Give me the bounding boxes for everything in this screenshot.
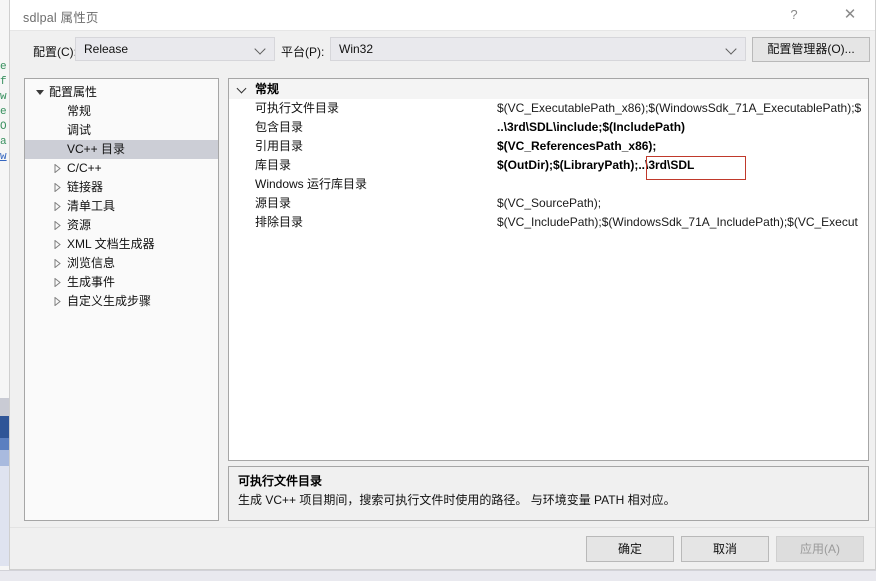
property-row-0[interactable]: 可执行文件目录 $(VC_ExecutablePath_x86);$(Window… bbox=[229, 99, 868, 118]
triangle-right-icon[interactable] bbox=[54, 278, 61, 287]
tree-item-label: 浏览信息 bbox=[67, 256, 116, 270]
property-name: 引用目录 bbox=[255, 139, 304, 153]
triangle-right-icon[interactable] bbox=[54, 221, 61, 230]
triangle-right-icon[interactable] bbox=[54, 183, 61, 192]
property-grid-section-header[interactable]: 常规 bbox=[229, 79, 868, 99]
cancel-button[interactable]: 取消 bbox=[681, 536, 769, 562]
ok-button[interactable]: 确定 bbox=[586, 536, 674, 562]
tree-item-label: 调试 bbox=[67, 123, 92, 137]
chevron-down-icon bbox=[727, 44, 737, 54]
platform-label: 平台(P): bbox=[281, 45, 325, 59]
tree-item-label: 自定义生成步骤 bbox=[67, 294, 152, 308]
property-value[interactable]: $(VC_SourcePath); bbox=[497, 194, 601, 213]
description-body: 生成 VC++ 项目期间，搜索可执行文件时使用的路径。 与环境变量 PATH 相… bbox=[238, 493, 676, 507]
footer-divider bbox=[10, 527, 875, 528]
property-row-6[interactable]: 排除目录 $(VC_IncludePath);$(WindowsSdk_71A_I… bbox=[229, 213, 868, 232]
configuration-toolbar: 配置(C): Release 平台(P): Win32 配置管理器(O)... bbox=[10, 30, 875, 74]
tree-item-3[interactable]: VC++ 目录 bbox=[25, 140, 218, 159]
tree-item-label: VC++ 目录 bbox=[67, 142, 126, 156]
tree-item-label: XML 文档生成器 bbox=[67, 237, 155, 251]
property-name: Windows 运行库目录 bbox=[255, 177, 368, 191]
dialog-titlebar: sdlpal 属性页 ? ✕ bbox=[10, 0, 875, 31]
property-row-4[interactable]: Windows 运行库目录 bbox=[229, 175, 868, 194]
tree-item-4[interactable]: C/C++ bbox=[25, 159, 218, 178]
property-value[interactable]: $(VC_ReferencesPath_x86); bbox=[497, 137, 656, 156]
property-row-2[interactable]: 引用目录 $(VC_ReferencesPath_x86); bbox=[229, 137, 868, 156]
tree-item-label: 生成事件 bbox=[67, 275, 116, 289]
triangle-right-icon[interactable] bbox=[54, 202, 61, 211]
configuration-value: Release bbox=[84, 42, 129, 56]
property-tree[interactable]: 配置属性常规调试 VC++ 目录 C/C++ 链接器清单工具资源 XML 文档生成器 浏览… bbox=[24, 78, 219, 521]
section-header-label: 常规 bbox=[255, 82, 280, 96]
property-value[interactable]: ..\3rd\SDL\include;$(IncludePath) bbox=[497, 118, 685, 137]
property-name: 排除目录 bbox=[255, 215, 304, 229]
property-grid[interactable]: 常规 可执行文件目录 $(VC_ExecutablePath_x86);$(Win… bbox=[228, 78, 869, 461]
tree-item-label: 清单工具 bbox=[67, 199, 116, 213]
property-value[interactable]: $(VC_ExecutablePath_x86);$(WindowsSdk_71… bbox=[497, 99, 861, 118]
triangle-down-icon[interactable] bbox=[36, 90, 44, 95]
tree-item-10[interactable]: 生成事件 bbox=[25, 273, 218, 292]
tree-item-1[interactable]: 常规 bbox=[25, 102, 218, 121]
description-pane: 可执行文件目录 生成 VC++ 项目期间，搜索可执行文件时使用的路径。 与环境变… bbox=[228, 466, 869, 521]
close-icon[interactable]: ✕ bbox=[828, 0, 872, 29]
triangle-right-icon[interactable] bbox=[54, 297, 61, 306]
triangle-right-icon[interactable] bbox=[54, 240, 61, 249]
property-row-1[interactable]: 包含目录 ..\3rd\SDL\include;$(IncludePath) bbox=[229, 118, 868, 137]
property-name: 库目录 bbox=[255, 158, 292, 172]
triangle-right-icon[interactable] bbox=[54, 164, 61, 173]
tree-item-2[interactable]: 调试 bbox=[25, 121, 218, 140]
tree-item-label: 配置属性 bbox=[49, 85, 98, 99]
tree-item-label: 资源 bbox=[67, 218, 92, 232]
property-value[interactable]: $(VC_IncludePath);$(WindowsSdk_71A_Inclu… bbox=[497, 213, 858, 232]
tree-item-7[interactable]: 资源 bbox=[25, 216, 218, 235]
dialog-title: sdlpal 属性页 bbox=[23, 11, 99, 25]
configuration-manager-button[interactable]: 配置管理器(O)... bbox=[752, 37, 870, 62]
configuration-label: 配置(C): bbox=[33, 45, 77, 59]
tree-item-8[interactable]: XML 文档生成器 bbox=[25, 235, 218, 254]
tree-item-label: 链接器 bbox=[67, 180, 104, 194]
tree-item-5[interactable]: 链接器 bbox=[25, 178, 218, 197]
chevron-down-icon bbox=[256, 44, 266, 54]
chevron-down-icon bbox=[238, 86, 247, 92]
tree-item-11[interactable]: 自定义生成步骤 bbox=[25, 292, 218, 311]
property-name: 源目录 bbox=[255, 196, 292, 210]
property-pages-dialog: sdlpal 属性页 ? ✕ 配置(C): Release 平台(P): Win… bbox=[9, 0, 876, 570]
platform-combobox[interactable]: Win32 bbox=[330, 37, 746, 61]
tree-item-label: C/C++ bbox=[67, 161, 102, 175]
description-title: 可执行文件目录 bbox=[238, 474, 323, 488]
background-status-strip bbox=[0, 570, 876, 581]
property-row-3[interactable]: 库目录 $(OutDir);$(LibraryPath);..\3rd\SDL bbox=[229, 156, 868, 175]
tree-item-9[interactable]: 浏览信息 bbox=[25, 254, 218, 273]
property-row-5[interactable]: 源目录 $(VC_SourcePath); bbox=[229, 194, 868, 213]
property-name: 可执行文件目录 bbox=[255, 101, 340, 115]
property-value[interactable]: $(OutDir);$(LibraryPath);..\3rd\SDL bbox=[497, 156, 694, 175]
apply-button: 应用(A) bbox=[776, 536, 864, 562]
triangle-right-icon[interactable] bbox=[54, 259, 61, 268]
tree-item-label: 常规 bbox=[67, 104, 92, 118]
configuration-combobox[interactable]: Release bbox=[75, 37, 275, 61]
tree-item-0[interactable]: 配置属性 bbox=[25, 83, 218, 102]
property-name: 包含目录 bbox=[255, 120, 304, 134]
tree-item-6[interactable]: 清单工具 bbox=[25, 197, 218, 216]
help-icon[interactable]: ? bbox=[772, 0, 816, 29]
platform-value: Win32 bbox=[339, 42, 374, 56]
